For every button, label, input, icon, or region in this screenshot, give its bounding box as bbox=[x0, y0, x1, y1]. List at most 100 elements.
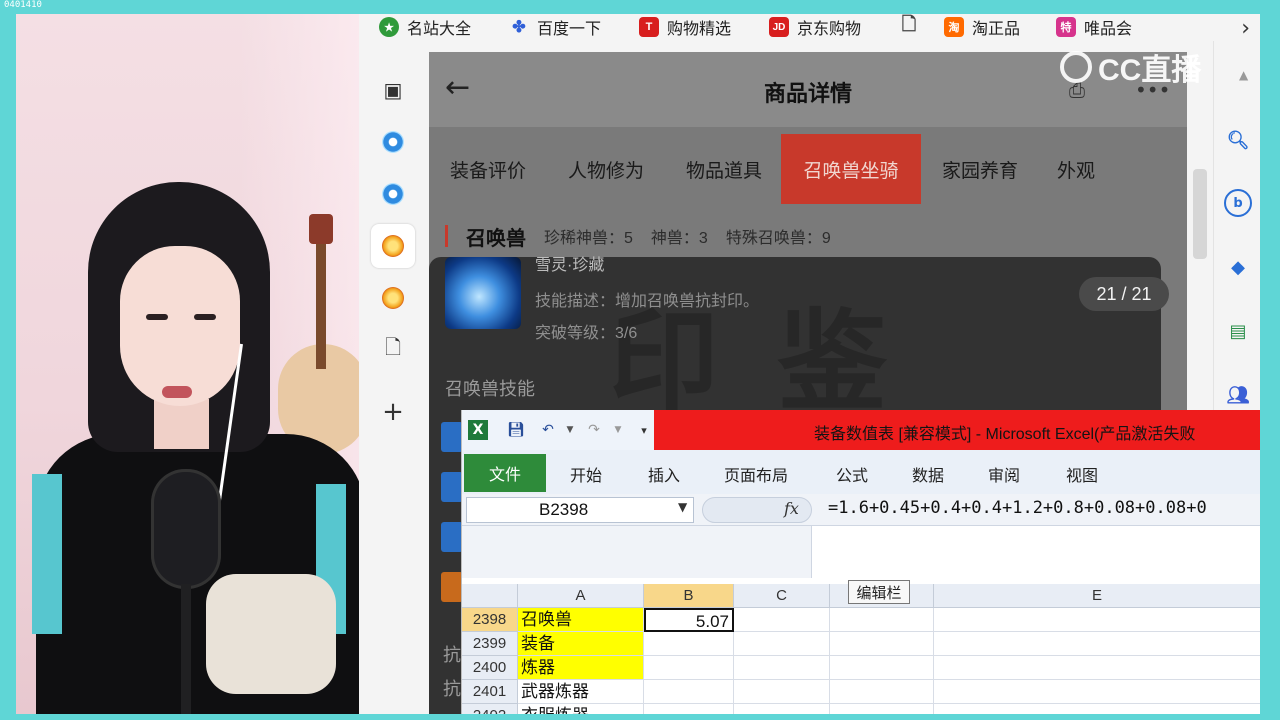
row-header[interactable]: 2398 bbox=[462, 608, 518, 632]
bookmark-gouwu[interactable]: T 购物精选 bbox=[639, 16, 731, 38]
tab-file[interactable]: 文件 bbox=[464, 454, 546, 492]
browser-app-icon[interactable] bbox=[371, 120, 415, 164]
cell-d[interactable] bbox=[830, 632, 934, 656]
cell-a[interactable]: 武器炼器 bbox=[518, 680, 644, 704]
tab-equipment[interactable]: 装备评价 bbox=[429, 134, 547, 204]
cell-e[interactable] bbox=[934, 680, 1260, 704]
excel-window: X 💾︎ ↶ ▼ ↷ ▼ ▾ 装备数值表 [兼容模式] - Microsoft … bbox=[461, 410, 1260, 714]
formula-input[interactable]: =1.6+0.45+0.4+0.4+1.2+0.8+0.08+0.08+0 bbox=[828, 498, 1207, 518]
cell-d[interactable] bbox=[830, 656, 934, 680]
watermark-text: CC直播 bbox=[1098, 54, 1202, 87]
game-app-icon-active[interactable] bbox=[371, 224, 415, 268]
skill-name: 雪灵·珍藏 bbox=[535, 257, 605, 274]
cell-c[interactable] bbox=[734, 632, 830, 656]
cell-c[interactable] bbox=[734, 680, 830, 704]
skill-thumbnail bbox=[445, 257, 521, 329]
tab-page-layout[interactable]: 页面布局 bbox=[724, 462, 788, 486]
cell-c[interactable] bbox=[734, 656, 830, 680]
bookmark-baidu[interactable]: ✤ 百度一下 bbox=[509, 16, 601, 38]
row-header[interactable]: 2401 bbox=[462, 680, 518, 704]
game-app-icon[interactable] bbox=[371, 276, 415, 320]
cell-a[interactable]: 装备 bbox=[518, 632, 644, 656]
tab-review[interactable]: 审阅 bbox=[988, 462, 1020, 486]
cell-b-active[interactable]: 5.07 bbox=[644, 608, 734, 632]
cell-e[interactable] bbox=[934, 632, 1260, 656]
bookmark-jd[interactable]: JD 京东购物 bbox=[769, 16, 861, 38]
browser-app-icon-2[interactable] bbox=[371, 172, 415, 216]
plus-icon[interactable]: + bbox=[371, 390, 415, 434]
scroll-up-icon[interactable]: ▲ bbox=[1239, 68, 1248, 82]
cell-a[interactable]: 炼器 bbox=[518, 656, 644, 680]
tab-formulas[interactable]: 公式 bbox=[836, 462, 868, 486]
bookmark-label: 购物精选 bbox=[667, 21, 732, 38]
skills-heading: 召唤兽技能 bbox=[445, 379, 535, 399]
cell-a[interactable]: 召唤兽 bbox=[518, 608, 644, 632]
customize-toolbar-icon[interactable]: ▾ bbox=[634, 420, 654, 440]
redo-icon[interactable]: ↷ bbox=[584, 420, 604, 440]
orb-icon bbox=[382, 183, 404, 205]
tab-data[interactable]: 数据 bbox=[912, 462, 944, 486]
undo-icon[interactable]: ↶ bbox=[538, 420, 558, 440]
row-header[interactable]: 2399 bbox=[462, 632, 518, 656]
cell-d[interactable] bbox=[830, 704, 934, 714]
row-header[interactable]: 2402 bbox=[462, 704, 518, 714]
column-header-a[interactable]: A bbox=[518, 584, 644, 608]
streamer-eye-left bbox=[146, 314, 168, 320]
people-icon[interactable]: 👥︎ bbox=[1224, 381, 1252, 409]
search-icon[interactable]: 🔍︎ bbox=[1224, 126, 1252, 154]
cell-d[interactable] bbox=[830, 680, 934, 704]
tab-insert[interactable]: 插入 bbox=[648, 462, 680, 486]
star-icon: ★ bbox=[379, 17, 399, 37]
bookmark-label: 京东购物 bbox=[797, 21, 862, 38]
cell-e[interactable] bbox=[934, 704, 1260, 714]
top-strip: 0401410 bbox=[0, 0, 1280, 14]
toolbox-icon[interactable]: ▤ bbox=[1224, 317, 1252, 345]
bing-icon[interactable]: b bbox=[1224, 189, 1252, 217]
cell-a[interactable]: 衣服炼器 bbox=[518, 704, 644, 714]
tab-home[interactable]: 家园养育 bbox=[921, 134, 1039, 204]
chevron-down-icon[interactable]: ▼ bbox=[678, 500, 687, 514]
cell-e[interactable] bbox=[934, 608, 1260, 632]
shirt-print bbox=[206, 574, 336, 694]
bookmark-label: 名站大全 bbox=[407, 21, 472, 38]
paw-icon: ✤ bbox=[512, 19, 526, 36]
tag-icon[interactable]: ◆ bbox=[1224, 253, 1252, 281]
column-header-c[interactable]: C bbox=[734, 584, 830, 608]
formula-bar-expanded[interactable] bbox=[812, 526, 1260, 578]
column-header-b[interactable]: B bbox=[644, 584, 734, 608]
bookmark-document[interactable]: 🗋 bbox=[899, 14, 919, 38]
page-scrollbar[interactable] bbox=[1193, 169, 1207, 259]
cell-c[interactable] bbox=[734, 704, 830, 714]
cell-e[interactable] bbox=[934, 656, 1260, 680]
bookmark-mingzhan[interactable]: ★ 名站大全 bbox=[379, 16, 471, 38]
cell-b[interactable] bbox=[644, 704, 734, 714]
bookmark-label: 淘正品 bbox=[972, 21, 1021, 38]
redo-dropdown-icon[interactable]: ▼ bbox=[608, 420, 628, 440]
tab-appearance[interactable]: 外观 bbox=[1039, 134, 1113, 204]
panel-icon[interactable]: ▣ bbox=[371, 68, 415, 112]
name-box[interactable]: B2398 bbox=[466, 497, 694, 523]
undo-dropdown-icon[interactable]: ▼ bbox=[560, 420, 580, 440]
document-icon[interactable]: 🗋 bbox=[371, 328, 415, 372]
tab-items[interactable]: 物品道具 bbox=[665, 134, 783, 204]
cell-b[interactable] bbox=[644, 632, 734, 656]
tab-summon-mount[interactable]: 召唤兽坐骑 bbox=[781, 134, 921, 204]
select-all-corner[interactable] bbox=[462, 584, 518, 608]
orb-icon bbox=[382, 131, 404, 153]
cell-b[interactable] bbox=[644, 680, 734, 704]
row-header[interactable]: 2400 bbox=[462, 656, 518, 680]
cell-d[interactable] bbox=[830, 608, 934, 632]
cell-b[interactable] bbox=[644, 656, 734, 680]
streamer-eye-right bbox=[194, 314, 216, 320]
cell-c[interactable] bbox=[734, 608, 830, 632]
bookmark-tao[interactable]: 淘 淘正品 bbox=[944, 16, 1020, 38]
save-icon[interactable]: 💾︎ bbox=[506, 420, 526, 440]
tab-home[interactable]: 开始 bbox=[570, 462, 602, 486]
bookmark-vip[interactable]: 特 唯品会 bbox=[1056, 16, 1132, 38]
fx-icon[interactable]: fx bbox=[784, 499, 799, 518]
tab-cultivation[interactable]: 人物修为 bbox=[547, 134, 665, 204]
chevron-right-icon[interactable]: › bbox=[1241, 16, 1250, 41]
tab-view[interactable]: 视图 bbox=[1066, 462, 1098, 486]
accent-bar bbox=[445, 225, 448, 247]
column-header-e[interactable]: E bbox=[934, 584, 1260, 608]
